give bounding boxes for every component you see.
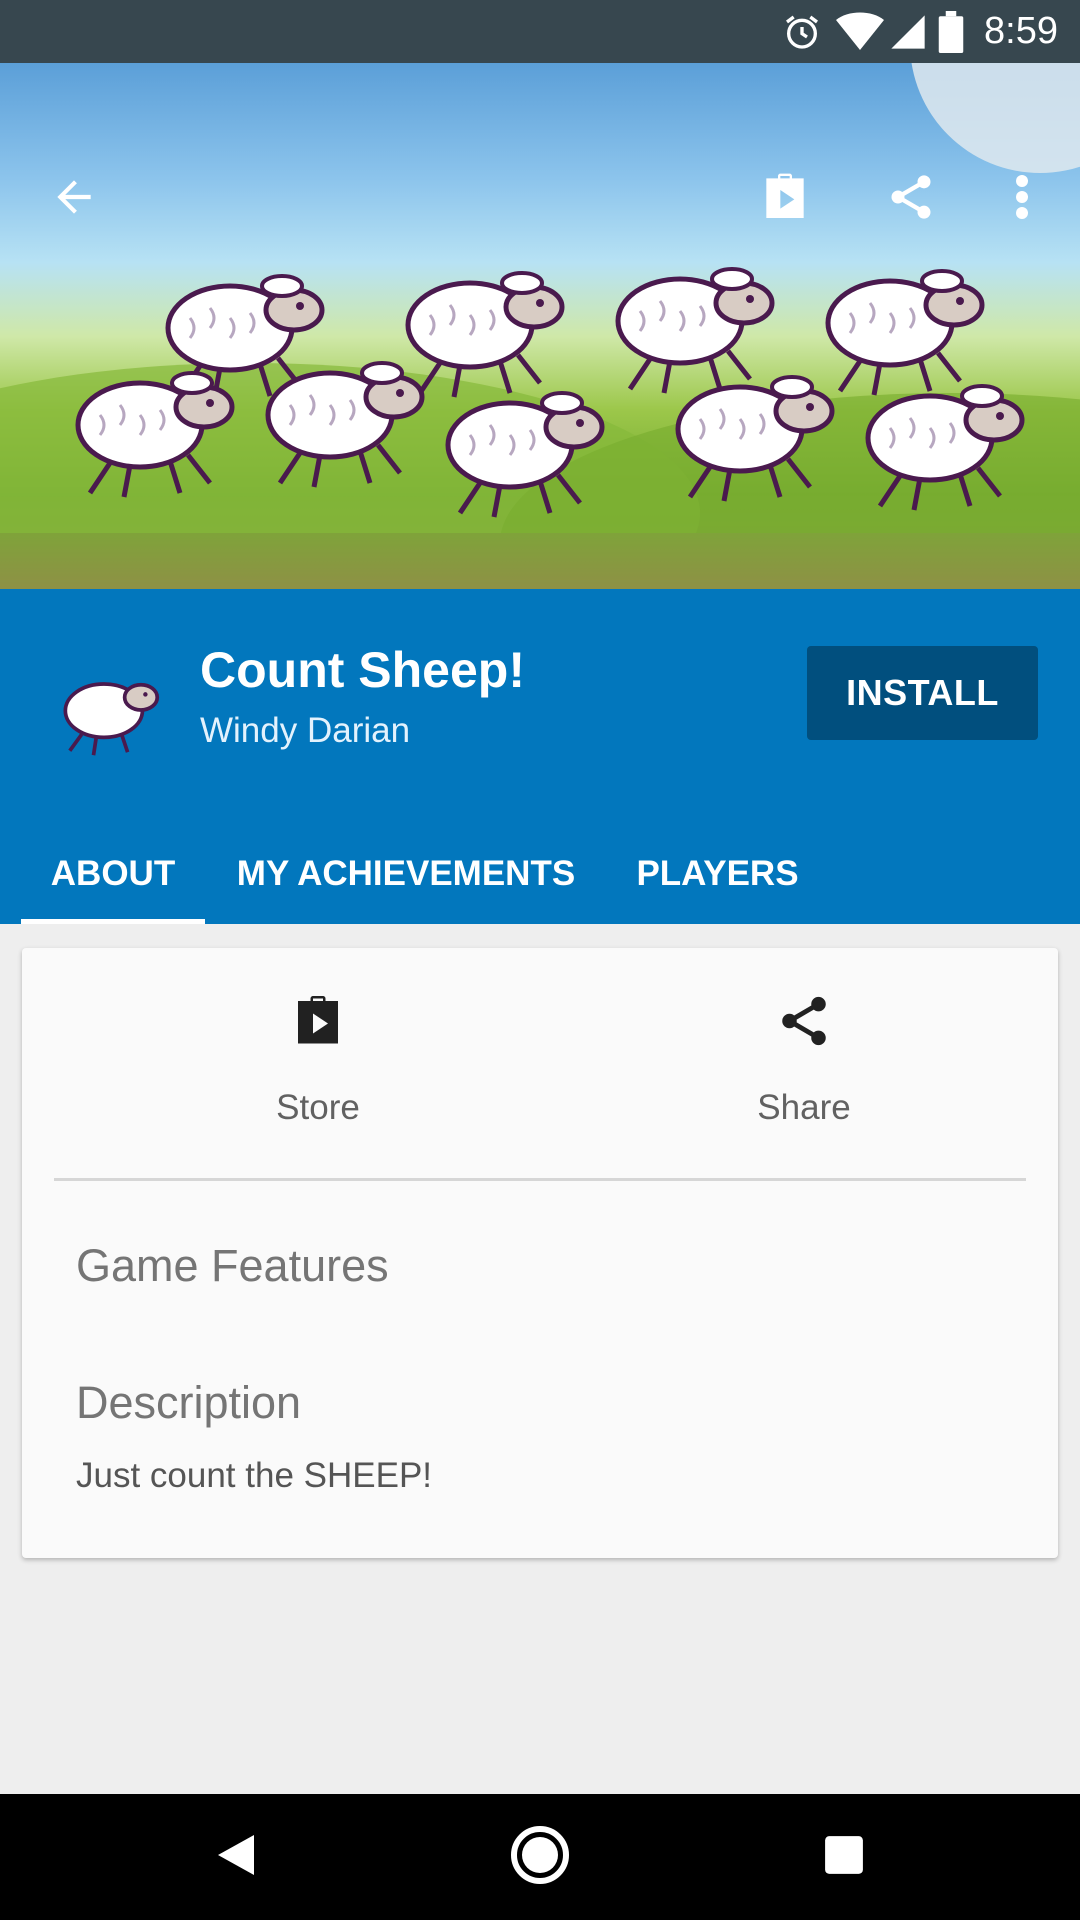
- tab-bar: ABOUT MY ACHIEVEMENTS PLAYERS: [0, 824, 1080, 924]
- wifi-icon: [836, 12, 885, 52]
- description-heading: Description: [76, 1377, 302, 1428]
- app-icon: [63, 682, 160, 756]
- back-button[interactable]: [38, 163, 110, 235]
- store-action[interactable]: Store: [168, 988, 468, 1138]
- game-features-heading: Game Features: [76, 1240, 389, 1291]
- play-store-icon: [288, 991, 348, 1056]
- sheep-flock-illustration: [0, 63, 1080, 589]
- description-text: Just count the SHEEP!: [76, 1456, 433, 1495]
- share-action-label: Share: [757, 1088, 851, 1127]
- app-title: Count Sheep!: [200, 642, 525, 698]
- toolbar-store-button[interactable]: [749, 163, 821, 235]
- more-vert-icon: [1015, 173, 1029, 226]
- share-icon: [885, 171, 937, 228]
- cell-signal-icon: [888, 12, 928, 52]
- system-nav-bar: [0, 1794, 1080, 1920]
- back-arrow-icon: [49, 172, 99, 227]
- battery-icon: [938, 10, 964, 53]
- about-card: Store Share Game Features Description Ju…: [22, 948, 1058, 1558]
- nav-back-button[interactable]: [196, 1817, 276, 1897]
- alarm-icon: [782, 12, 822, 52]
- hero-banner: [0, 63, 1080, 589]
- app-header: Count Sheep! Windy Darian INSTALL ABOUT …: [0, 589, 1080, 924]
- tab-about[interactable]: ABOUT: [21, 824, 205, 924]
- store-action-label: Store: [276, 1088, 360, 1127]
- play-store-icon: [757, 169, 813, 230]
- back-triangle-icon: [214, 1831, 258, 1884]
- tab-players[interactable]: PLAYERS: [620, 824, 815, 924]
- app-developer: Windy Darian: [200, 711, 411, 750]
- share-icon: [775, 992, 833, 1055]
- nav-recents-button[interactable]: [804, 1817, 884, 1897]
- tab-my-achievements[interactable]: MY ACHIEVEMENTS: [227, 824, 585, 924]
- more-options-button[interactable]: [986, 163, 1058, 235]
- divider: [54, 1178, 1026, 1181]
- toolbar-share-button[interactable]: [875, 163, 947, 235]
- status-bar: 8:59: [0, 0, 1080, 63]
- nav-home-button[interactable]: [500, 1817, 580, 1897]
- home-circle-icon: [508, 1823, 572, 1892]
- recents-square-icon: [823, 1834, 865, 1881]
- status-time: 8:59: [984, 10, 1058, 52]
- share-action[interactable]: Share: [654, 988, 954, 1138]
- install-button[interactable]: INSTALL: [807, 646, 1038, 740]
